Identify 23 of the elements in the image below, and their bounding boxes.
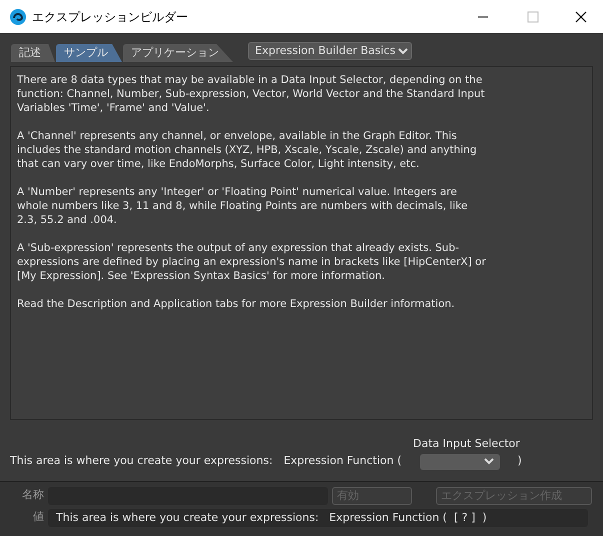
app-logo-icon	[10, 8, 26, 24]
tab[interactable]: 記述	[11, 44, 55, 62]
function-label: Expression Function (	[284, 453, 402, 470]
tab[interactable]: アプリケーション	[123, 44, 233, 62]
value-field[interactable]: This area is where you create your expressions: Expression Function ( [ ? ] )	[48, 508, 588, 526]
maximize-icon[interactable]	[527, 10, 539, 22]
close-icon[interactable]	[575, 10, 587, 22]
help-paragraph: A 'Sub-expression' represents the output of any expression that already exists. Sub-expressions are defined by placing an expression's name in brackets like [HipCenterX] or [My Expression]. See 'Expression Syntax Basics' for more information.	[17, 241, 487, 283]
help-paragraph: A 'Channel' represents any channel, or envelope, available in the Graph Editor. This includes the standard motion channels (XYZ, HPB, Xscale, Yscale, Zscale) and anything that can vary over time, like EndoMorphs, Surface Color, Light intensity, etc.	[17, 129, 478, 171]
help-paragraph: A 'Number' represents any 'Integer' or 'Floating Point' numerical value. Integers are whole numbers like 3, 11 and 8, while Floating Points are numbers with decimals, like 2.3, 55.2 and .004.	[17, 185, 469, 227]
chevron-down-icon	[398, 48, 408, 54]
builder-intro: This area is where you create your expressions:	[10, 453, 273, 470]
close-paren: )	[518, 453, 522, 470]
value-label: 値	[32, 509, 44, 526]
help-paragraph: There are 8 data types that may be available in a Data Input Selector, depending on the function: Channel, Number, Sub-expression, Vector, World Vector and the Standard Input Variables 'Time', 'Frame' and 'Value'.	[17, 73, 486, 115]
selector-label: Data Input Selector	[413, 436, 521, 452]
tab[interactable]: サンプル	[56, 44, 122, 62]
data-input-dropdown[interactable]	[420, 454, 500, 470]
chevron-down-icon	[484, 458, 494, 465]
help-paragraph: Read the Description and Application tabs for more Expression Builder information.	[17, 297, 456, 311]
name-label: 名称	[21, 487, 44, 504]
topic-dropdown[interactable]: Expression Builder Basics	[248, 42, 412, 60]
window-title: エクスプレッションビルダー	[32, 8, 188, 26]
